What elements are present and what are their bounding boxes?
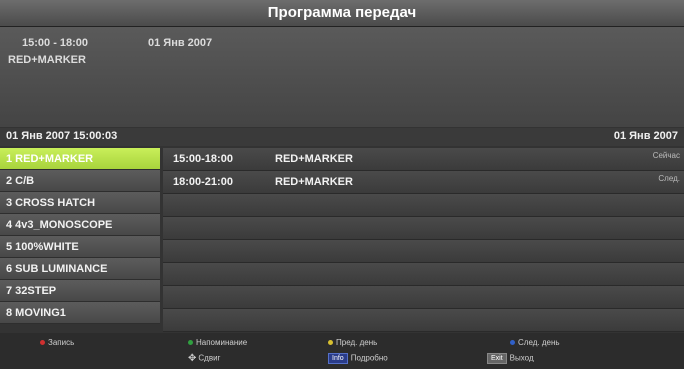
channel-item-5[interactable]: 5 100%WHITE <box>0 236 160 258</box>
date-header: 01 Янв 2007 15:00:03 01 Янв 2007 <box>0 128 684 146</box>
current-datetime: 01 Янв 2007 15:00:03 <box>6 130 118 142</box>
info-program-name: RED+MARKER <box>8 54 86 66</box>
schedule-row-empty[interactable] <box>163 309 684 332</box>
red-button-icon <box>40 340 45 346</box>
program-info-panel: 15:00 - 18:00 01 Янв 2007 RED+MARKER <box>0 27 684 127</box>
channel-item-1[interactable]: 1 RED+MARKER <box>0 148 160 170</box>
schedule-row-empty[interactable] <box>163 194 684 217</box>
schedule-date: 01 Янв 2007 <box>613 130 678 142</box>
schedule-grid: 15:00-18:00 RED+MARKER Сейчас 18:00-21:0… <box>163 148 684 332</box>
prev-day-hint[interactable]: Пред. день <box>328 338 377 347</box>
exit-label: Выход <box>509 353 534 363</box>
schedule-day-label: След. <box>658 174 680 183</box>
epg-window: Программа передач 15:00 - 18:00 01 Янв 2… <box>0 0 684 369</box>
info-button-icon: Info <box>328 353 348 364</box>
schedule-title: RED+MARKER <box>275 153 353 165</box>
schedule-row-empty[interactable] <box>163 286 684 309</box>
yellow-button-icon <box>328 340 333 346</box>
channel-item-3[interactable]: 3 CROSS HATCH <box>0 192 160 214</box>
schedule-row-empty[interactable] <box>163 263 684 286</box>
info-time-range: 15:00 - 18:00 <box>22 37 89 49</box>
channel-item-4[interactable]: 4 4v3_MONOSCOPE <box>0 214 160 236</box>
shift-label: Сдвиг <box>198 353 221 363</box>
channel-item-8[interactable]: 8 MOVING1 <box>0 302 160 324</box>
green-button-icon <box>188 340 193 346</box>
exit-hint[interactable]: Exit Выход <box>487 353 534 364</box>
schedule-time: 15:00-18:00 <box>173 153 233 165</box>
reminder-label: Напоминание <box>196 338 248 347</box>
info-date: 01 Янв 2007 <box>148 37 213 49</box>
exit-button-icon: Exit <box>487 353 507 364</box>
schedule-time: 18:00-21:00 <box>173 176 233 188</box>
footer-hints: Запись Напоминание Пред. день След. день… <box>0 333 684 369</box>
navigation-arrows-icon: ✥ <box>188 353 197 364</box>
next-day-label: След. день <box>518 338 560 347</box>
channel-list: 1 RED+MARKER 2 C/B 3 CROSS HATCH 4 4v3_M… <box>0 148 160 324</box>
prev-day-label: Пред. день <box>336 338 378 347</box>
reminder-hint[interactable]: Напоминание <box>188 338 247 347</box>
page-title: Программа передач <box>0 0 684 27</box>
channel-item-2[interactable]: 2 C/B <box>0 170 160 192</box>
record-hint[interactable]: Запись <box>40 338 74 347</box>
channel-item-6[interactable]: 6 SUB LUMINANCE <box>0 258 160 280</box>
schedule-day-label: Сейчас <box>652 151 680 160</box>
schedule-row[interactable]: 15:00-18:00 RED+MARKER Сейчас <box>163 148 684 171</box>
shift-hint[interactable]: ✥ Сдвиг <box>188 353 220 364</box>
details-label: Подробно <box>350 353 388 363</box>
next-day-hint[interactable]: След. день <box>510 338 560 347</box>
details-hint[interactable]: Info Подробно <box>328 353 388 364</box>
blue-button-icon <box>510 340 515 346</box>
schedule-row[interactable]: 18:00-21:00 RED+MARKER След. <box>163 171 684 194</box>
schedule-row-empty[interactable] <box>163 240 684 263</box>
schedule-row-empty[interactable] <box>163 217 684 240</box>
schedule-title: RED+MARKER <box>275 176 353 188</box>
record-label: Запись <box>48 338 75 347</box>
channel-item-7[interactable]: 7 32STEP <box>0 280 160 302</box>
